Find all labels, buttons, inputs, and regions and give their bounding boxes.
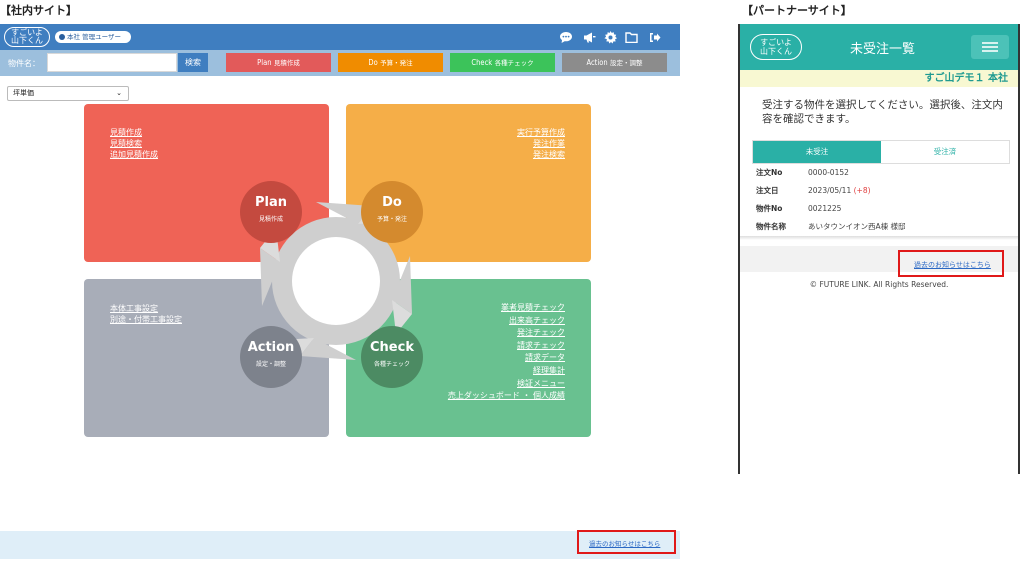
plan-circle-subtitle: 見積作成 [258, 216, 283, 223]
partner-site-caption: 【パートナーサイト】 [742, 4, 852, 17]
order-date-extra: (+8) [853, 186, 871, 195]
instruction-text: 受注する物件を選択してください。選択後、注文内容を確認できます。 [762, 99, 1003, 125]
property-name-label-partner: 物件名称 [756, 222, 786, 231]
action-circle[interactable]: Action 設定・調整 [240, 326, 302, 388]
order-no-label: 注文No [756, 168, 783, 177]
user-role: 管理ユーザー [82, 33, 121, 41]
search-button[interactable]: 検索 [178, 53, 208, 72]
action-circle-title: Action [247, 340, 295, 355]
past-notice-link[interactable]: 過去のお知らせはこちら [589, 538, 660, 548]
link-estimate-search[interactable]: 見積検索 [110, 138, 158, 149]
do-circle-title: Do [382, 195, 402, 210]
partner-site-screen: すごいよ 山下くん 未受注一覧 すご山デモ１ 本社 受注する物件を選択してくださ… [738, 24, 1020, 474]
partner-logo-line-1: すごいよ [760, 38, 792, 47]
do-links: 実行予算作成 発注作業 発注検索 [517, 127, 565, 160]
order-card[interactable]: 注文No 0000-0152 注文日 2023/05/11 (+8) 物件No 002… [752, 164, 1010, 238]
order-date-value: 2023/05/11 [808, 186, 852, 195]
property-name-row: 物件名称 あいタウンイオン西A棟 様邸 [756, 221, 906, 232]
link-order-search[interactable]: 発注検索 [517, 149, 565, 160]
do-circle[interactable]: Do 予算・発注 [361, 181, 423, 243]
action-button-jp: 設定・調整 [610, 59, 643, 67]
plan-button-en: Plan [257, 58, 272, 67]
partner-header: すごいよ 山下くん 未受注一覧 [740, 24, 1018, 70]
check-circle-subtitle: 各種チェック [373, 361, 410, 368]
property-no-row: 物件No 0021225 [756, 203, 841, 214]
hamburger-menu-icon[interactable] [971, 35, 1009, 59]
user-branch: 本社 [67, 33, 80, 41]
plan-links: 見積作成 見積検索 追加見積作成 [110, 127, 158, 160]
plan-button-jp: 見積作成 [273, 59, 300, 67]
chat-icon[interactable] [559, 30, 573, 44]
tab-unreceived[interactable]: 未受注 [753, 141, 881, 163]
property-name-label: 物件名： [8, 59, 40, 68]
do-button[interactable]: Do 予算・発注 [338, 53, 443, 72]
check-circle-title: Check [370, 340, 414, 355]
link-progress-check[interactable]: 出来高チェック [448, 315, 565, 328]
order-date-row: 注文日 2023/05/11 (+8) [756, 185, 871, 196]
do-button-jp: 予算・発注 [380, 59, 413, 67]
property-name-input[interactable] [47, 53, 177, 72]
check-button-en: Check [471, 58, 493, 67]
card-divider [740, 236, 1018, 240]
logo-line-2: 山下くん [11, 36, 43, 45]
order-date-label: 注文日 [756, 186, 779, 195]
do-circle-subtitle: 予算・発注 [376, 216, 407, 223]
link-vendor-estimate-check[interactable]: 業者見積チェック [448, 302, 565, 315]
past-notice-highlight: 過去のお知らせはこちら [577, 530, 676, 554]
property-no-label: 物件No [756, 204, 783, 213]
property-name-value: あいタウンイオン西A棟 様邸 [808, 222, 906, 231]
link-invoice-data[interactable]: 請求データ [448, 352, 565, 365]
logout-icon[interactable] [648, 30, 662, 44]
folder-icon[interactable] [624, 30, 638, 44]
plan-circle-title: Plan [254, 195, 287, 210]
link-sales-dashboard[interactable]: 売上ダッシュボード ・ 個人成績 [448, 390, 565, 403]
link-invoice-check[interactable]: 請求チェック [448, 340, 565, 353]
unit-price-select[interactable]: 坪単価 ⌄ [7, 86, 129, 101]
partner-past-notice-highlight: 過去のお知らせはこちら [898, 250, 1004, 277]
partner-app-logo[interactable]: すごいよ 山下くん [750, 34, 802, 60]
user-badge[interactable]: 本社 管理ユーザー [55, 31, 131, 43]
chevron-down-icon: ⌄ [116, 89, 122, 97]
link-main-work-settings[interactable]: 本体工事設定 [110, 303, 182, 314]
check-circle[interactable]: Check 各種チェック [361, 326, 423, 388]
link-verification-menu[interactable]: 検証メニュー [448, 378, 565, 391]
link-estimate-create[interactable]: 見積作成 [110, 127, 158, 138]
property-no-value: 0021225 [808, 204, 842, 213]
app-logo[interactable]: すごいよ 山下くん [4, 27, 50, 47]
plan-button[interactable]: Plan 見積作成 [226, 53, 331, 72]
partner-past-notice-link[interactable]: 過去のお知らせはこちら [914, 260, 991, 270]
link-budget-create[interactable]: 実行予算作成 [517, 127, 565, 138]
user-icon [59, 34, 65, 40]
order-no-row: 注文No 0000-0152 [756, 167, 849, 178]
check-button[interactable]: Check 各種チェック [450, 53, 555, 72]
gear-icon[interactable] [603, 30, 617, 44]
tab-received[interactable]: 受注済 [881, 141, 1009, 163]
link-extra-work-settings[interactable]: 別途・付帯工事設定 [110, 314, 182, 325]
company-name: すご山デモ１ 本社 [740, 70, 1018, 87]
internal-site-screen: すごいよ 山下くん 本社 管理ユーザー 物件名： 検索 Plan 見積作成 Do [0, 24, 680, 559]
partner-page-title: 未受注一覧 [850, 42, 916, 57]
link-order-check[interactable]: 発注チェック [448, 327, 565, 340]
internal-site-caption: 【社内サイト】 [0, 4, 77, 17]
link-accounting-summary[interactable]: 経理集計 [448, 365, 565, 378]
action-circle-subtitle: 設定・調整 [255, 361, 286, 368]
action-links: 本体工事設定 別途・付帯工事設定 [110, 303, 182, 325]
partner-logo-line-2: 山下くん [760, 47, 792, 56]
top-bar: すごいよ 山下くん 本社 管理ユーザー [0, 24, 680, 50]
check-button-jp: 各種チェック [494, 59, 534, 67]
link-additional-estimate[interactable]: 追加見積作成 [110, 149, 158, 160]
search-bar: 物件名： 検索 Plan 見積作成 Do 予算・発注 Check 各種チェック … [0, 50, 680, 76]
megaphone-icon[interactable] [582, 30, 596, 44]
check-links: 業者見積チェック 出来高チェック 発注チェック 請求チェック 請求データ 経理集… [448, 302, 565, 403]
link-order-work[interactable]: 発注作業 [517, 138, 565, 149]
order-no-value: 0000-0152 [808, 168, 849, 177]
action-button-en: Action [586, 58, 608, 67]
plan-circle[interactable]: Plan 見積作成 [240, 181, 302, 243]
do-button-en: Do [368, 58, 378, 67]
action-button[interactable]: Action 設定・調整 [562, 53, 667, 72]
copyright: © FUTURE LINK. All Rights Reserved. [809, 280, 949, 289]
unit-price-selected: 坪単価 [13, 89, 34, 97]
order-tabs: 未受注 受注済 [752, 140, 1010, 164]
